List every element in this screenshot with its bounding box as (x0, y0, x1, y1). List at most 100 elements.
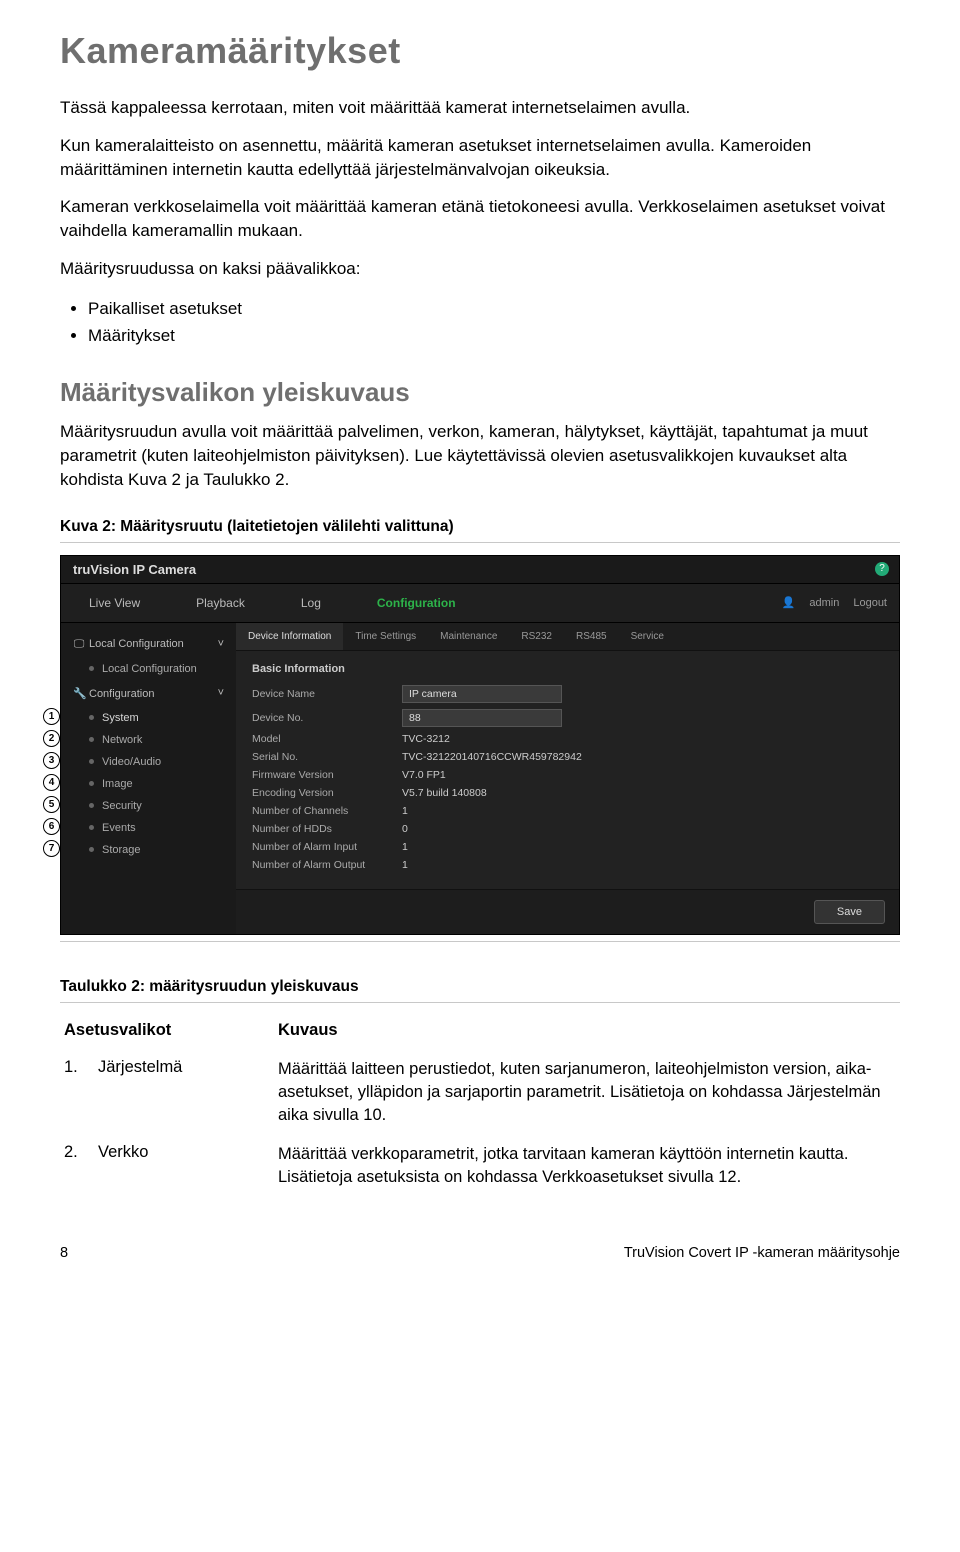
nav-configuration[interactable]: Configuration (349, 584, 484, 622)
callout-badge-6: 6 (43, 818, 60, 835)
nav-logout[interactable]: Logout (853, 597, 887, 609)
row-desc: Määrittää laitteen perustiedot, kuten sa… (274, 1050, 900, 1135)
intro-p4: Määritysruudussa on kaksi päävalikkoa: (60, 257, 900, 281)
sidebar-item-system[interactable]: 1System (67, 707, 230, 729)
nav-playback[interactable]: Playback (168, 584, 273, 622)
label-encoding: Encoding Version (252, 787, 402, 799)
sidebar-local-section[interactable]: 🖵 Local Configuration ˅ (67, 631, 230, 658)
value-model: TVC-3212 (402, 733, 450, 745)
label-alarm-in: Number of Alarm Input (252, 841, 402, 853)
table-row: 2. Verkko Määrittää verkkoparametrit, jo… (60, 1135, 900, 1197)
chevron-down-icon: ˅ (218, 638, 224, 650)
callout-badge-5: 5 (43, 796, 60, 813)
table-row: 1. Järjestelmä Määrittää laitteen perust… (60, 1050, 900, 1135)
tab-maintenance[interactable]: Maintenance (428, 623, 509, 650)
callout-badge-4: 4 (43, 774, 60, 791)
save-button[interactable]: Save (814, 900, 885, 924)
sidebar-item-image[interactable]: 4Image (67, 773, 230, 795)
divider (60, 542, 900, 543)
divider (60, 941, 900, 942)
label-channels: Number of Channels (252, 805, 402, 817)
sidebar-item-label: Storage (102, 844, 141, 856)
nav-live-view[interactable]: Live View (61, 584, 168, 622)
sidebar-config-section[interactable]: 🔧 Configuration ˅ (67, 680, 230, 707)
section-overview-p1: Määritysruudun avulla voit määrittää pal… (60, 420, 900, 491)
sidebar-item-label: Image (102, 778, 133, 790)
sidebar-item-events[interactable]: 6Events (67, 817, 230, 839)
panel-title: Basic Information (252, 663, 883, 675)
th-description: Kuvaus (274, 1015, 900, 1050)
sidebar-config-label: Configuration (89, 688, 154, 700)
figure-caption: Kuva 2: Määritysruutu (laitetietojen väl… (60, 518, 900, 536)
sidebar-item-label: Video/Audio (102, 756, 161, 768)
section-overview-title: Määritysvalikon yleiskuvaus (60, 377, 900, 408)
label-model: Model (252, 733, 402, 745)
value-alarm-out: 1 (402, 859, 408, 871)
label-hdds: Number of HDDs (252, 823, 402, 835)
content-panel: Device Information Time Settings Mainten… (236, 623, 899, 934)
menu-bullets: Paikalliset asetukset Määritykset (88, 295, 900, 349)
input-device-no[interactable] (402, 709, 562, 727)
callout-badge-1: 1 (43, 708, 60, 725)
bullet-item: Paikalliset asetukset (88, 295, 900, 322)
label-serial: Serial No. (252, 751, 402, 763)
row-num: 2. (60, 1135, 94, 1197)
callout-badge-7: 7 (43, 840, 60, 857)
sidebar-item-security[interactable]: 5Security (67, 795, 230, 817)
tab-service[interactable]: Service (619, 623, 676, 650)
doc-title: TruVision Covert IP -kameran määritysohj… (624, 1245, 900, 1261)
sidebar-item-network[interactable]: 2Network (67, 729, 230, 751)
table-caption: Taulukko 2: määritysruudun yleiskuvaus (60, 978, 900, 996)
value-alarm-in: 1 (402, 841, 408, 853)
intro-p1: Tässä kappaleessa kerrotaan, miten voit … (60, 96, 900, 120)
sidebar-local-label: Local Configuration (89, 638, 184, 650)
sidebar-item-label: Security (102, 800, 142, 812)
app-header: truVision IP Camera ? (61, 556, 899, 584)
row-key: Järjestelmä (94, 1050, 274, 1135)
sidebar-item-video-audio[interactable]: 3Video/Audio (67, 751, 230, 773)
nav-user-area: 👤 admin Logout (782, 596, 899, 609)
tab-rs485[interactable]: RS485 (564, 623, 619, 650)
chevron-down-icon: ˅ (218, 687, 224, 699)
input-device-name[interactable] (402, 685, 562, 703)
sidebar-item-label: Network (102, 734, 142, 746)
sidebar-item-storage[interactable]: 7Storage (67, 839, 230, 861)
app-screenshot: truVision IP Camera ? Live View Playback… (60, 555, 900, 935)
wrench-icon: 🔧 (73, 687, 85, 700)
label-device-name: Device Name (252, 688, 402, 700)
divider (60, 1002, 900, 1003)
bullet-item: Määritykset (88, 322, 900, 349)
tab-rs232[interactable]: RS232 (509, 623, 564, 650)
row-key: Verkko (94, 1135, 274, 1197)
sidebar: 🖵 Local Configuration ˅ Local Configurati… (61, 623, 236, 934)
app-nav: Live View Playback Log Configuration 👤 a… (61, 584, 899, 623)
sidebar-local-item[interactable]: Local Configuration (67, 658, 230, 680)
nav-user: admin (809, 597, 839, 609)
row-num: 1. (60, 1050, 94, 1135)
overview-table: Asetusvalikot Kuvaus 1. Järjestelmä Määr… (60, 1015, 900, 1197)
sidebar-item-label: System (102, 712, 139, 724)
value-encoding: V5.7 build 140808 (402, 787, 487, 799)
intro-p2: Kun kameralaitteisto on asennettu, määri… (60, 134, 900, 182)
user-icon: 👤 (782, 596, 796, 609)
page-number: 8 (60, 1245, 68, 1261)
intro-p3: Kameran verkkoselaimella voit määrittää … (60, 195, 900, 243)
label-device-no: Device No. (252, 712, 402, 724)
tab-device-information[interactable]: Device Information (236, 623, 343, 650)
sidebar-local-item-label: Local Configuration (102, 663, 197, 675)
callout-badge-2: 2 (43, 730, 60, 747)
app-brand: truVision IP Camera (73, 562, 196, 577)
value-firmware: V7.0 FP1 (402, 769, 446, 781)
value-channels: 1 (402, 805, 408, 817)
nav-log[interactable]: Log (273, 584, 349, 622)
help-icon[interactable]: ? (875, 562, 889, 576)
monitor-icon: 🖵 (73, 638, 85, 651)
sidebar-item-label: Events (102, 822, 136, 834)
content-tabs: Device Information Time Settings Mainten… (236, 623, 899, 651)
value-serial: TVC-321220140716CCWR459782942 (402, 751, 582, 763)
label-alarm-out: Number of Alarm Output (252, 859, 402, 871)
row-desc: Määrittää verkkoparametrit, jotka tarvit… (274, 1135, 900, 1197)
label-firmware: Firmware Version (252, 769, 402, 781)
tab-time-settings[interactable]: Time Settings (343, 623, 428, 650)
page-heading: Kameramääritykset (60, 30, 900, 72)
